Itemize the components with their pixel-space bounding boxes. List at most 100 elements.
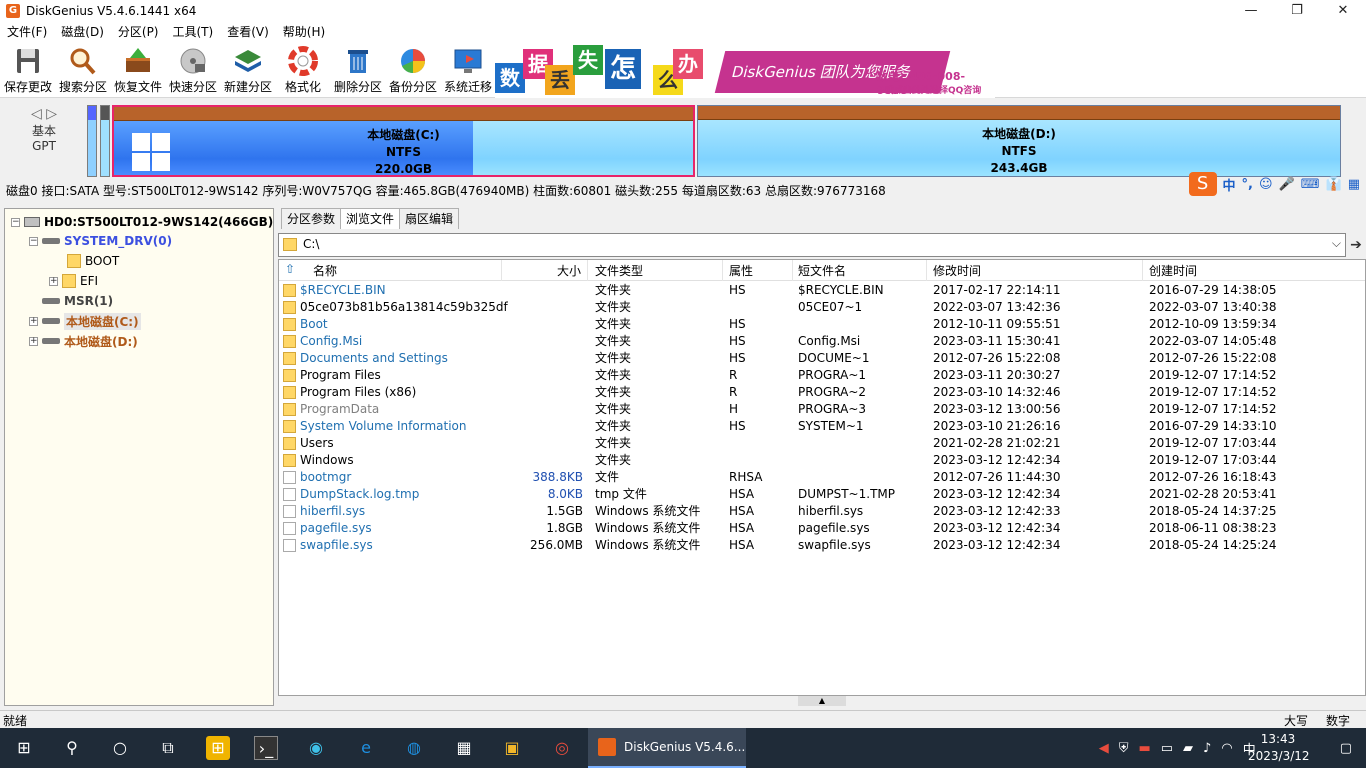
speaker-red-icon[interactable]: ◀ xyxy=(1099,741,1109,756)
file-row[interactable]: Boot 文件夹 HS 2012-10-11 09:55:51 2012-10-09 1… xyxy=(279,316,1365,333)
collapse-icon[interactable]: − xyxy=(29,236,38,246)
file-row[interactable]: Users 文件夹 2021-02-28 21:02:21 2019-12-07 17… xyxy=(279,435,1365,452)
rss-icon[interactable]: ◍ xyxy=(402,736,426,760)
display-icon[interactable]: ▭ xyxy=(1161,741,1173,756)
quick-partition-button[interactable]: 快速分区 xyxy=(165,46,221,95)
format-button[interactable]: 格式化 xyxy=(275,46,331,95)
partition-block-c[interactable]: 本地磁盘(C:) NTFS 220.0GB xyxy=(112,105,695,177)
expand-icon[interactable]: + xyxy=(49,276,58,286)
minimize-button[interactable]: — xyxy=(1228,0,1274,22)
sogou-ime-icon[interactable]: S xyxy=(1188,172,1217,196)
disk-nav-arrows[interactable]: ◁ ▷ xyxy=(20,106,68,122)
file-row[interactable]: Config.Msi 文件夹 HS Config.Msi 2023-03-11 15:3… xyxy=(279,333,1365,350)
clock[interactable]: 13:43 2023/3/12 xyxy=(1248,731,1310,765)
partition-block-system-drv[interactable] xyxy=(87,105,97,177)
col-header-attr[interactable]: 属性 xyxy=(729,262,753,279)
tree-item-msr[interactable]: MSR(1) xyxy=(42,292,113,310)
up-arrow-icon[interactable]: ⇧ xyxy=(285,262,295,276)
tab-browse-files[interactable]: 浏览文件 xyxy=(340,208,401,229)
voice-icon[interactable]: 🎤 xyxy=(1279,177,1295,192)
menu-file[interactable]: 文件(F) xyxy=(0,22,54,42)
volume-icon[interactable]: ♪ xyxy=(1203,741,1211,756)
tree-item-boot[interactable]: BOOT xyxy=(67,252,119,270)
file-row[interactable]: 05ce073b81b56a13814c59b325df 文件夹 05CE07~1 2… xyxy=(279,299,1365,316)
ad-banner[interactable]: 数 据 丢 失 怎 么 办 DiskGenius 团队为您服务 致电：400-0… xyxy=(495,43,995,98)
save-changes-button[interactable]: 保存更改 xyxy=(0,46,56,95)
grid-menu-icon[interactable]: ▦ xyxy=(1348,177,1360,192)
tree-item-efi[interactable]: + EFI xyxy=(49,272,98,290)
maximize-button[interactable]: ❐ xyxy=(1274,0,1320,22)
col-header-mtime[interactable]: 修改时间 xyxy=(933,262,981,279)
col-header-ctime[interactable]: 创建时间 xyxy=(1149,262,1197,279)
new-partition-button[interactable]: 新建分区 xyxy=(220,46,276,95)
skin-icon[interactable]: 👔 xyxy=(1326,177,1342,192)
banner-qq-link[interactable]: 或点击此处选择QQ咨询 xyxy=(885,83,981,96)
file-row[interactable]: bootmgr 388.8KB 文件 RHSA 2012-07-26 11:44:30 2… xyxy=(279,469,1365,486)
file-row[interactable]: $RECYCLE.BIN 文件夹 HS $RECYCLE.BIN 2017-02-17 … xyxy=(279,282,1365,299)
collapse-icon[interactable]: − xyxy=(11,217,20,227)
wifi-icon[interactable]: ◠ xyxy=(1221,741,1232,756)
close-button[interactable]: ✕ xyxy=(1320,0,1366,22)
col-header-type[interactable]: 文件类型 xyxy=(595,262,643,279)
ime-mode[interactable]: 中 xyxy=(1223,175,1236,194)
tree-item-d[interactable]: + 本地磁盘(D:) xyxy=(29,332,138,350)
file-row[interactable]: Program Files 文件夹 R PROGRA~1 2023-03-11 20:3… xyxy=(279,367,1365,384)
system-migration-button[interactable]: 系统迁移 xyxy=(440,46,496,95)
path-input[interactable]: C:\ ⌵ xyxy=(278,233,1346,257)
file-row[interactable]: Program Files (x86) 文件夹 R PROGRA~2 2023-03-1… xyxy=(279,384,1365,401)
file-row[interactable]: Windows 文件夹 2023-03-12 12:42:34 2019-12-07 … xyxy=(279,452,1365,469)
file-row[interactable]: System Volume Information 文件夹 HS SYSTEM~1 20… xyxy=(279,418,1365,435)
expand-icon[interactable]: + xyxy=(29,336,38,346)
file-row[interactable]: Documents and Settings 文件夹 HS DOCUME~1 2012-… xyxy=(279,350,1365,367)
store-icon[interactable]: ⊞ xyxy=(206,736,230,760)
task-view-icon[interactable]: ⧉ xyxy=(156,736,180,760)
defender-icon[interactable]: ⛨ xyxy=(1119,741,1129,756)
image-app-icon[interactable]: ▣ xyxy=(500,736,524,760)
partition-block-d[interactable]: 本地磁盘(D:) NTFS 243.4GB xyxy=(697,105,1341,177)
file-row[interactable]: DumpStack.log.tmp 8.0KB tmp 文件 HSA DUMPST~1.… xyxy=(279,486,1365,503)
emoji-icon[interactable]: ☺ xyxy=(1259,177,1273,192)
col-header-size[interactable]: 大小 xyxy=(557,262,581,279)
taskbar-diskgenius[interactable]: DiskGenius V5.4.6... xyxy=(588,728,746,768)
ie-icon[interactable]: e xyxy=(354,736,378,760)
media-player-icon[interactable]: ◎ xyxy=(550,736,574,760)
search-icon[interactable]: ⚲ xyxy=(60,736,84,760)
partition-block-msr[interactable] xyxy=(100,105,110,177)
calculator-icon[interactable]: ▦ xyxy=(452,736,476,760)
file-row[interactable]: pagefile.sys 1.8GB Windows 系统文件 HSA pagefile… xyxy=(279,520,1365,537)
battery-icon[interactable]: ▰ xyxy=(1183,741,1193,756)
menu-disk[interactable]: 磁盘(D) xyxy=(54,22,111,42)
windows-start-icon[interactable]: ⊞ xyxy=(12,736,36,760)
cortana-icon[interactable]: ○ xyxy=(108,736,132,760)
scroll-grip-icon[interactable]: ▲ xyxy=(798,696,846,706)
ime-toolbar[interactable]: S 中 °, ☺ 🎤 ⌨ 👔 ▦ xyxy=(1188,172,1360,196)
tree-item-c[interactable]: + 本地磁盘(C:) xyxy=(29,312,141,330)
tab-partition-params[interactable]: 分区参数 xyxy=(281,208,342,229)
menu-tools[interactable]: 工具(T) xyxy=(166,22,221,42)
backup-partition-button[interactable]: 备份分区 xyxy=(385,46,441,95)
car-icon[interactable]: ▬ xyxy=(1138,741,1150,756)
ime-punct[interactable]: °, xyxy=(1242,177,1253,192)
horizontal-scrollbar[interactable]: ▲ xyxy=(278,696,1366,708)
recover-files-button[interactable]: 恢复文件 xyxy=(110,46,166,95)
tree-disk-hd0[interactable]: − HD0:ST500LT012-9WS142(466GB) xyxy=(11,213,273,231)
expand-icon[interactable]: + xyxy=(29,316,38,326)
chevron-down-icon[interactable]: ⌵ xyxy=(1332,236,1341,251)
col-header-shortname[interactable]: 短文件名 xyxy=(798,262,846,279)
menu-help[interactable]: 帮助(H) xyxy=(276,22,332,42)
tree-item-system-drv[interactable]: − SYSTEM_DRV(0) xyxy=(29,232,172,250)
menu-view[interactable]: 查看(V) xyxy=(220,22,276,42)
file-row[interactable]: hiberfil.sys 1.5GB Windows 系统文件 HSA hiberfil… xyxy=(279,503,1365,520)
file-row[interactable]: ProgramData 文件夹 H PROGRA~3 2023-03-12 13:00:… xyxy=(279,401,1365,418)
file-row[interactable]: swapfile.sys 256.0MB Windows 系统文件 HSA swapfi… xyxy=(279,537,1365,554)
delete-partition-button[interactable]: 删除分区 xyxy=(330,46,386,95)
go-arrow-icon[interactable]: ➔ xyxy=(1347,233,1365,257)
menu-partition[interactable]: 分区(P) xyxy=(111,22,166,42)
tab-sector-edit[interactable]: 扇区编辑 xyxy=(399,208,460,229)
edge-icon[interactable]: ◉ xyxy=(304,736,328,760)
terminal-icon[interactable]: ›_ xyxy=(254,736,278,760)
search-partition-button[interactable]: 搜索分区 xyxy=(55,46,111,95)
keyboard-icon[interactable]: ⌨ xyxy=(1301,177,1320,192)
notification-icon[interactable]: ▢ xyxy=(1340,741,1352,756)
col-header-name[interactable]: 名称 xyxy=(313,262,337,279)
